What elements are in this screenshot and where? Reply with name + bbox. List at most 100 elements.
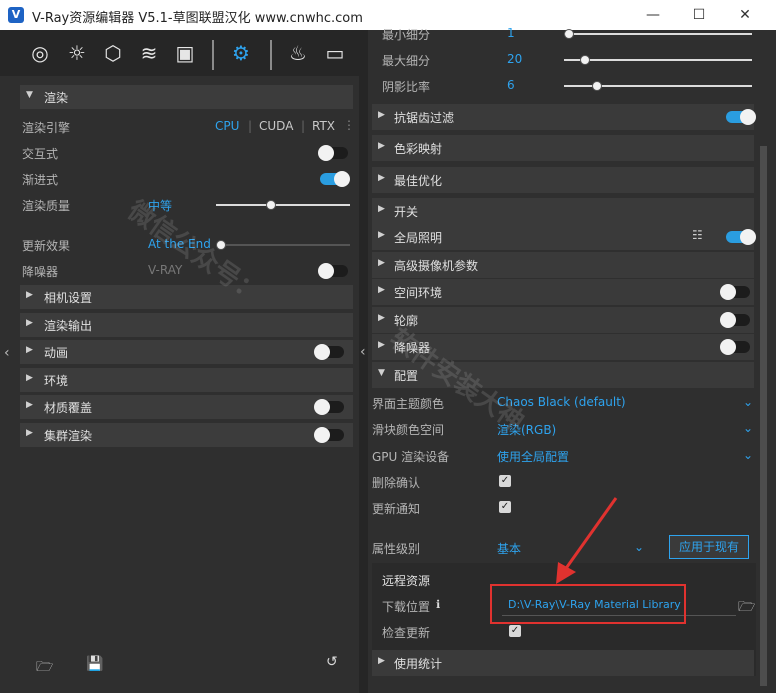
min-subdiv-row: 最小细分 1 [382, 23, 752, 45]
settings-gear-icon[interactable]: ⚙ [228, 40, 254, 66]
more-options-icon[interactable]: ⋮ [343, 118, 355, 132]
section-material-override[interactable]: ▶ 材质覆盖 [20, 395, 353, 419]
update-notify-checkbox[interactable]: ✓ [499, 501, 511, 513]
toolbar: ◎ ☼ ⬡ ≋ ▣ ⚙ ♨ ▭ [0, 30, 359, 76]
open-folder-icon[interactable]: 🗁 [36, 656, 53, 680]
engine-cuda-option[interactable]: CUDA [259, 119, 293, 133]
frame-buffer-icon[interactable]: ▭ [322, 40, 348, 66]
animation-toggle[interactable] [314, 344, 344, 360]
expand-arrow-icon: ▶ [378, 313, 385, 323]
materials-icon[interactable]: ◎ [27, 40, 53, 66]
max-subdiv-label: 最大细分 [382, 54, 431, 68]
info-icon[interactable]: ℹ [436, 598, 440, 611]
property-level-label: 属性级别 [372, 542, 421, 556]
slider-color-label: 滑块颜色空间 [372, 423, 445, 437]
reset-icon[interactable]: ↺ [326, 654, 338, 670]
denoiser-toggle[interactable] [318, 263, 348, 279]
chevron-down-icon[interactable]: ⌄ [634, 540, 644, 554]
section-contours[interactable]: ▶ 轮廓 [372, 307, 754, 333]
property-level-dropdown[interactable]: 基本 [497, 540, 521, 557]
collapse-arrow-icon: ▼ [26, 90, 33, 100]
section-label: 渲染 [44, 91, 69, 105]
section-switches[interactable]: ▶ 开关 [372, 198, 754, 224]
shadow-ratio-value[interactable]: 6 [507, 78, 515, 92]
chevron-down-icon[interactable]: ⌄ [743, 448, 753, 462]
section-camera[interactable]: ▶ 相机设置 [20, 285, 353, 309]
section-animation[interactable]: ▶ 动画 [20, 340, 353, 364]
engine-cpu-option[interactable]: CPU [215, 119, 239, 133]
remote-assets-label: 远程资源 [382, 574, 431, 588]
update-notify-label: 更新通知 [372, 502, 421, 516]
render-teapot-icon[interactable]: ♨ [285, 40, 311, 66]
collapse-left-icon[interactable]: ‹ [4, 345, 10, 361]
section-label: 抗锯齿过滤 [394, 111, 455, 125]
quality-slider[interactable] [216, 200, 350, 210]
material-override-toggle[interactable] [314, 399, 344, 415]
expand-arrow-icon: ▶ [378, 230, 385, 240]
interactive-toggle[interactable] [318, 145, 348, 161]
global-illumination-toggle[interactable] [726, 229, 756, 245]
shadow-ratio-slider[interactable] [564, 81, 752, 91]
distributed-rendering-toggle[interactable] [314, 427, 344, 443]
section-label: 使用统计 [394, 657, 443, 671]
section-environment[interactable]: ▶ 环境 [20, 368, 353, 392]
delete-confirm-label: 删除确认 [372, 476, 421, 490]
collapse-divider-icon[interactable]: ‹ [360, 344, 366, 360]
max-subdiv-slider[interactable] [564, 55, 752, 65]
window-title: V-Ray资源编辑器 V5.1-草图联盟汉化 www.cnwhc.com [32, 11, 363, 26]
lights-icon[interactable]: ☼ [64, 40, 90, 66]
engine-rtx-option[interactable]: RTX [312, 119, 335, 133]
section-volumetric-environment[interactable]: ▶ 空间环境 [372, 279, 754, 305]
section-optimization[interactable]: ▶ 最佳优化 [372, 167, 754, 193]
panel-divider[interactable]: ‹ [359, 30, 368, 693]
progressive-toggle[interactable] [320, 171, 350, 187]
section-antialiasing-filter[interactable]: ▶ 抗锯齿过滤 [372, 104, 756, 130]
section-render-output[interactable]: ▶ 渲染输出 [20, 313, 353, 337]
chevron-down-icon[interactable]: ⌄ [743, 421, 753, 435]
browse-folder-icon[interactable]: 🗁 [738, 596, 755, 620]
max-subdiv-value[interactable]: 20 [507, 52, 522, 66]
denoiser-value: V-RAY [148, 263, 183, 277]
section-label: 环境 [44, 374, 69, 388]
gi-settings-sliders-icon[interactable]: ☷ [692, 228, 703, 242]
update-effects-slider[interactable] [216, 240, 350, 250]
geometry-icon[interactable]: ⬡ [100, 40, 126, 66]
left-panel: ◎ ☼ ⬡ ≋ ▣ ⚙ ♨ ▭ ▼ 渲染 渲染引擎 CPU | CUDA | R… [0, 30, 359, 693]
gpu-device-label: GPU 渲染设备 [372, 450, 450, 464]
section-usage-statistics[interactable]: ▶ 使用统计 [372, 650, 754, 676]
delete-confirm-checkbox[interactable]: ✓ [499, 475, 511, 487]
interactive-row: 交互式 [22, 142, 352, 164]
min-subdiv-label: 最小细分 [382, 28, 431, 42]
min-subdiv-value[interactable]: 1 [507, 26, 515, 40]
chevron-down-icon[interactable]: ⌄ [743, 395, 753, 409]
expand-arrow-icon: ▶ [378, 204, 385, 214]
save-icon[interactable]: 💾 [86, 656, 103, 672]
volumetric-environment-toggle[interactable] [720, 284, 750, 300]
min-subdiv-slider[interactable] [564, 29, 752, 39]
expand-arrow-icon: ▶ [26, 428, 33, 438]
scrollbar[interactable] [760, 146, 767, 686]
section-render[interactable]: ▼ 渲染 [20, 85, 353, 109]
section-distributed-rendering[interactable]: ▶ 集群渲染 [20, 423, 353, 447]
denoiser-section-toggle[interactable] [720, 339, 750, 355]
section-color-mapping[interactable]: ▶ 色彩映射 [372, 135, 754, 161]
section-global-illumination[interactable]: ▶ 全局照明 ☷ [372, 224, 756, 250]
contours-toggle[interactable] [720, 312, 750, 328]
check-updates-label: 检查更新 [382, 626, 431, 640]
antialiasing-toggle[interactable] [726, 109, 756, 125]
render-engine-row: 渲染引擎 CPU | CUDA | RTX ⋮ [22, 116, 355, 138]
gpu-device-dropdown[interactable]: 使用全局配置 [497, 448, 569, 465]
layers-icon[interactable]: ≋ [136, 40, 162, 66]
check-updates-checkbox[interactable]: ✓ [509, 625, 521, 637]
shadow-ratio-label: 阴影比率 [382, 80, 431, 94]
section-advanced-camera[interactable]: ▶ 高级摄像机参数 [372, 252, 754, 278]
section-label: 高级摄像机参数 [394, 259, 479, 273]
theme-label: 界面主题颜色 [372, 397, 445, 411]
expand-arrow-icon: ▶ [26, 373, 33, 383]
textures-icon[interactable]: ▣ [172, 40, 198, 66]
render-engine-label: 渲染引擎 [22, 121, 71, 135]
expand-arrow-icon: ▶ [26, 345, 33, 355]
expand-arrow-icon: ▶ [26, 400, 33, 410]
expand-arrow-icon: ▶ [378, 173, 385, 183]
apply-to-existing-button[interactable]: 应用于现有 [669, 535, 749, 559]
